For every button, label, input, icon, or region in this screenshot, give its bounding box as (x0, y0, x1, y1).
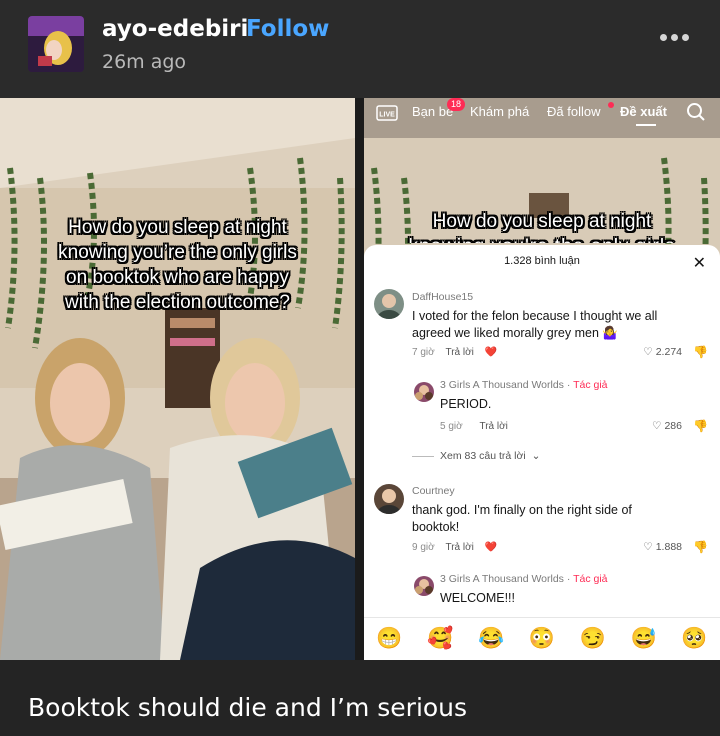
reply-button[interactable]: Trả lời (479, 421, 507, 432)
comment-text: PERIOD. (440, 397, 492, 411)
emoji-laugh[interactable]: 😂 (478, 627, 504, 651)
emoji-grin[interactable]: 😁 (376, 627, 402, 651)
comment-time: 9 giờ (412, 542, 435, 553)
comment-text: I voted for the felon because I thought … (412, 309, 658, 340)
emoji-hearts[interactable]: 🥰 (427, 627, 453, 651)
dislike-icon[interactable]: 👎 (693, 540, 708, 554)
emoji-smirk[interactable]: 😏 (580, 627, 606, 651)
like-button[interactable]: ♡ 286 (652, 420, 682, 432)
comment-text: thank god. I'm finally on the right side… (412, 503, 632, 534)
emoji-flushed[interactable]: 😳 (529, 627, 555, 651)
overlay-line: How do you sleep at night (432, 211, 652, 232)
reply-button[interactable]: Trả lời (445, 347, 473, 358)
tab-explore[interactable]: Khám phá (470, 104, 529, 119)
svg-text:LIVE: LIVE (379, 112, 395, 119)
notification-badge: 18 (447, 98, 466, 111)
overlay-line: on booktok who are happy (66, 267, 289, 288)
dislike-icon[interactable]: 👎 (693, 345, 708, 359)
overlay-line-cut: knowing you're the only girls (364, 234, 720, 243)
tab-for-you[interactable]: Đề xuất (620, 104, 667, 119)
post-time: 26m ago (102, 51, 187, 73)
view-more-replies[interactable]: Xem 83 câu trả lời ⌄ (412, 450, 540, 462)
heart-icon: ♡ (652, 420, 662, 432)
avatar[interactable] (374, 484, 404, 514)
comment-author[interactable]: Courtney (412, 485, 455, 497)
author-badge: Tác giả (573, 379, 608, 391)
more-options-icon[interactable] (660, 34, 694, 44)
tiktok-top-nav: LIVE Bạn bè 18 Khám phá Đã follow Đề xuấ… (364, 98, 720, 128)
comment-time: 5 giờ (440, 421, 463, 432)
comment-author: 3 Girls A Thousand Worlds · Tác giả (440, 573, 608, 585)
tab-following[interactable]: Đã follow (547, 104, 600, 119)
active-tab-underline (636, 124, 656, 126)
creator-liked-icon: ❤️ (484, 347, 498, 358)
post-header: ayo-edebiri Follow 26m ago (0, 0, 720, 98)
comment-meta: 9 giờ Trả lời ❤️ (412, 542, 497, 553)
avatar[interactable] (28, 16, 84, 72)
like-count: 2.274 (655, 346, 682, 358)
reply-button[interactable]: Trả lời (445, 542, 473, 553)
chevron-down-icon: ⌄ (531, 450, 541, 462)
emoji-pleading[interactable]: 🥺 (681, 627, 707, 651)
comments-panel: 1.328 bình luận ✕ DaffHouse15 I voted fo… (364, 245, 720, 660)
close-icon[interactable]: ✕ (693, 253, 706, 273)
avatar[interactable] (414, 382, 434, 402)
emoji-sweat-smile[interactable]: 😅 (631, 627, 657, 651)
avatar[interactable] (414, 576, 434, 596)
comment-meta: 5 giờ Trả lời (440, 421, 508, 432)
emoji-bar: 😁 🥰 😂 😳 😏 😅 🥺 (364, 617, 720, 660)
video-still-right[interactable]: LIVE Bạn bè 18 Khám phá Đã follow Đề xuấ… (364, 98, 720, 660)
bedroom-photo-left (0, 98, 355, 660)
heart-icon: ♡ (643, 346, 653, 358)
post-caption: Booktok should die and I’m serious (28, 693, 468, 722)
follow-button[interactable]: Follow (246, 16, 329, 42)
comment-time: 7 giờ (412, 347, 435, 358)
overlay-caption-left: How do you sleep at night knowing you’re… (0, 215, 355, 315)
author-badge: Tác giả (573, 573, 608, 585)
comments-count: 1.328 bình luận (504, 255, 580, 267)
overlay-caption-right: How do you sleep at night knowing you're… (364, 209, 720, 243)
video-still-left[interactable]: How do you sleep at night knowing you’re… (0, 98, 355, 660)
like-button[interactable]: ♡ 2.274 (643, 346, 682, 358)
more-replies-label: Xem 83 câu trả lời (440, 450, 526, 462)
author-name[interactable]: 3 Girls A Thousand Worlds (440, 573, 564, 585)
heart-icon: ♡ (643, 541, 653, 553)
overlay-line: How do you sleep at night (68, 217, 287, 238)
like-button[interactable]: ♡ 1.888 (643, 541, 682, 553)
dislike-icon[interactable]: 👎 (693, 419, 708, 433)
author-name[interactable]: 3 Girls A Thousand Worlds (440, 379, 564, 391)
comment-author: 3 Girls A Thousand Worlds · Tác giả (440, 379, 608, 391)
avatar[interactable] (374, 289, 404, 319)
creator-liked-icon: ❤️ (484, 542, 498, 553)
comment-author[interactable]: DaffHouse15 (412, 291, 473, 303)
overlay-line: knowing you’re the only girls (58, 242, 297, 263)
like-count: 1.888 (655, 541, 682, 553)
post-media: How do you sleep at night knowing you’re… (0, 98, 720, 660)
comment-meta: 7 giờ Trả lời ❤️ (412, 347, 497, 358)
username[interactable]: ayo-edebiri (102, 16, 248, 42)
comment-text: WELCOME!!! (440, 591, 516, 605)
like-count: 286 (664, 420, 682, 432)
live-icon[interactable]: LIVE (376, 105, 398, 121)
unread-dot (608, 102, 614, 108)
search-icon[interactable] (686, 102, 706, 122)
overlay-line: with the election outcome? (65, 292, 290, 313)
divider (412, 455, 434, 457)
